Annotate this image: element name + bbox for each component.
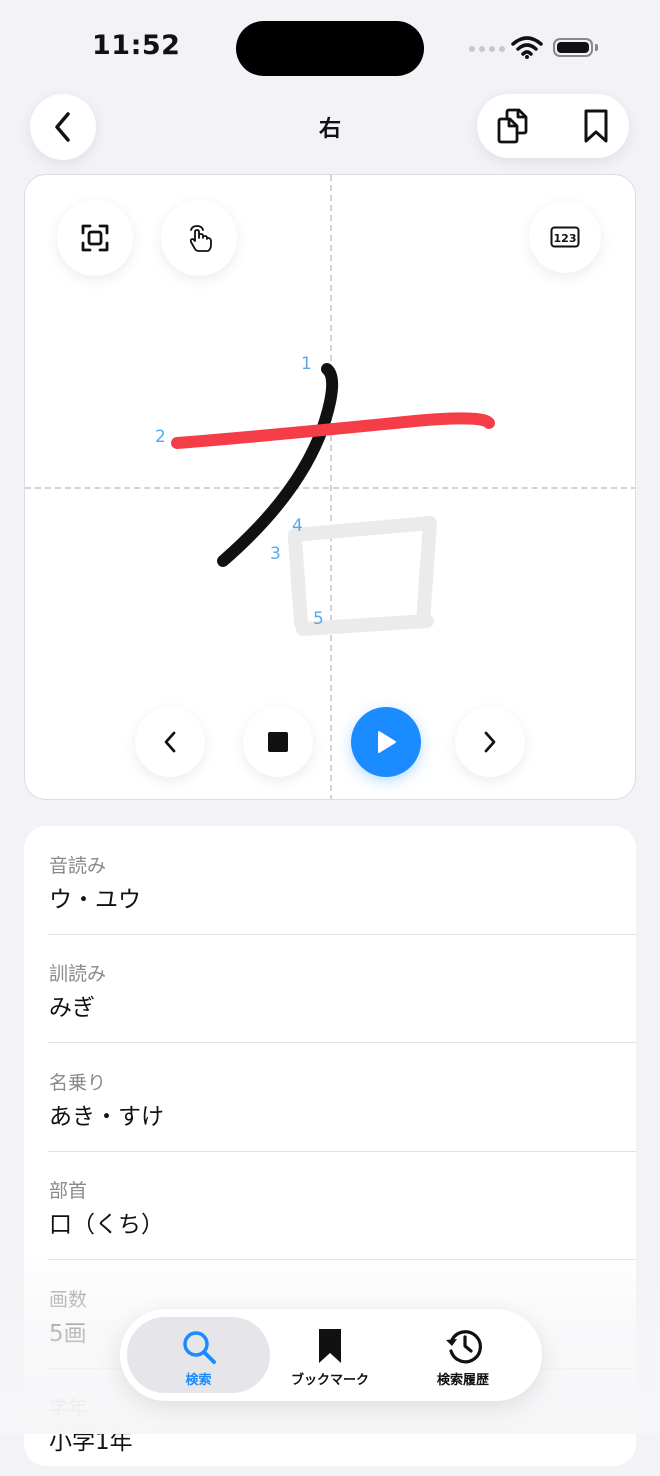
- stroke-number-3: 3: [270, 544, 281, 564]
- chevron-right-icon: [484, 731, 496, 753]
- fullscreen-icon: [81, 224, 109, 252]
- stroke-4: [288, 516, 437, 628]
- chevron-left-icon: [164, 731, 176, 753]
- bookmark-icon: [319, 1329, 341, 1363]
- tab-label: 検索履歴: [436, 1373, 489, 1388]
- info-row-nanori: 名乗り あき・すけ: [48, 1043, 636, 1152]
- battery-icon: [553, 38, 593, 57]
- info-label: 訓読み: [49, 963, 107, 985]
- stop-button[interactable]: [243, 707, 313, 777]
- svg-text:123: 123: [554, 232, 577, 245]
- number-123-icon: 123: [550, 226, 580, 248]
- stroke-number-4: 4: [292, 516, 303, 536]
- info-row-onyomi: 音読み ウ・ユウ: [48, 826, 636, 935]
- tab-history[interactable]: 検索履歴: [398, 1317, 528, 1393]
- stroke-number-2: 2: [155, 427, 166, 447]
- stroke-number-toggle-button[interactable]: 123: [529, 201, 601, 273]
- info-label: 音読み: [49, 855, 107, 877]
- info-value: ウ・ユウ: [49, 887, 141, 913]
- info-label: 部首: [49, 1180, 88, 1202]
- play-icon: [378, 731, 396, 753]
- fullscreen-button[interactable]: [57, 200, 133, 276]
- tab-bar: 検索 ブックマーク 検索履歴: [120, 1309, 542, 1401]
- next-stroke-button[interactable]: [455, 707, 525, 777]
- tab-search[interactable]: 検索: [127, 1317, 270, 1393]
- info-row-kunyomi: 訓読み みぎ: [48, 934, 636, 1043]
- wifi-icon: [511, 36, 543, 59]
- bookmark-icon[interactable]: [583, 108, 609, 144]
- info-value: 口（くち）: [49, 1212, 164, 1238]
- info-row-radical: 部首 口（くち）: [48, 1151, 636, 1260]
- dynamic-island: [236, 21, 424, 76]
- tab-label: ブックマーク: [290, 1373, 369, 1388]
- hand-tap-icon: [189, 225, 212, 252]
- header-actions: [477, 94, 629, 158]
- stroke-number-1: 1: [301, 354, 312, 374]
- cellular-signal-icon: [469, 46, 505, 52]
- stroke-2: [171, 412, 495, 449]
- battery-tip: [595, 44, 598, 51]
- tab-bookmarks[interactable]: ブックマーク: [265, 1317, 395, 1393]
- copy-icon[interactable]: [496, 107, 532, 145]
- stroke-number-5: 5: [313, 609, 324, 629]
- stop-icon: [268, 732, 288, 752]
- previous-stroke-button[interactable]: [135, 707, 205, 777]
- history-icon: [446, 1330, 482, 1364]
- info-value: あき・すけ: [49, 1104, 164, 1130]
- status-time: 11:52: [92, 30, 181, 61]
- info-label: 名乗り: [49, 1072, 107, 1094]
- search-icon: [182, 1331, 216, 1364]
- trace-button[interactable]: [161, 200, 237, 276]
- info-value: みぎ: [49, 995, 95, 1021]
- stroke-order-panel[interactable]: 1 2 3 4 5 123: [24, 174, 636, 800]
- stroke-3: [288, 532, 308, 630]
- tab-label: 検索: [185, 1373, 212, 1388]
- play-button[interactable]: [351, 707, 421, 777]
